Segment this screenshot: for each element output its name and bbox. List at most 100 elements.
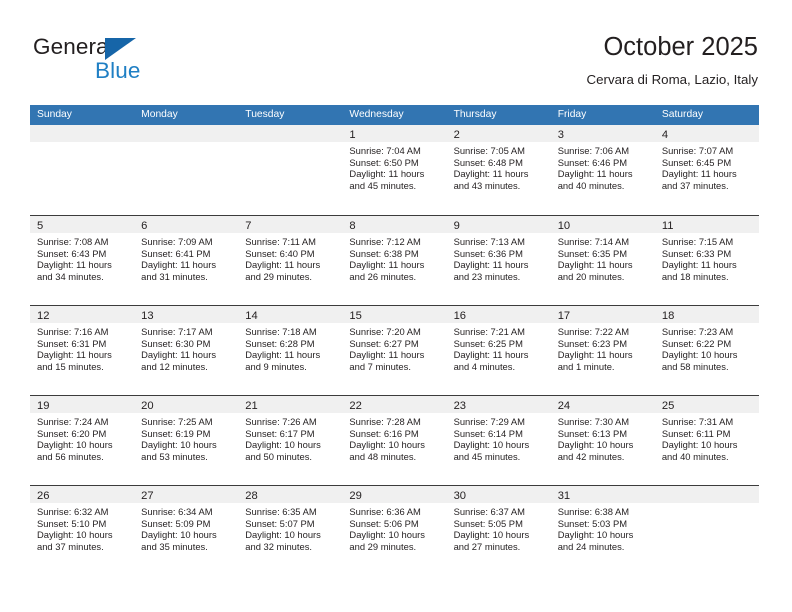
sunrise-text: Sunrise: 7:08 AM xyxy=(37,236,109,247)
day-number-band: 15 xyxy=(342,306,447,323)
day-number: 14 xyxy=(245,310,258,322)
sunrise-text: Sunrise: 7:11 AM xyxy=(245,236,316,247)
day-number-band xyxy=(654,486,759,503)
day-info: Sunrise: 7:12 AM Sunset: 6:38 PM Dayligh… xyxy=(342,233,446,282)
sunset-text: Sunset: 6:13 PM xyxy=(557,427,628,439)
day-cell[interactable]: 15 Sunrise: 7:20 AM Sunset: 6:27 PM Dayl… xyxy=(342,306,447,395)
daylight-text: Daylight: 10 hours and 48 minutes. xyxy=(349,439,425,462)
title-block: October 2025 Cervara di Roma, Lazio, Ita… xyxy=(587,30,758,88)
day-number-band: 16 xyxy=(446,306,551,323)
week-row: 1 Sunrise: 7:04 AM Sunset: 6:50 PM Dayli… xyxy=(30,125,759,215)
day-number: 4 xyxy=(661,129,669,141)
day-number: 18 xyxy=(661,310,675,322)
day-number: 25 xyxy=(661,400,675,412)
sunset-text: Sunset: 6:43 PM xyxy=(37,247,107,259)
weekday-header-saturday: Saturday xyxy=(661,109,704,120)
day-number-band: 6 xyxy=(134,216,239,233)
sunrise-text: Sunrise: 7:21 AM xyxy=(453,326,525,337)
page-header: General Blue October 2025 Cervara di Rom… xyxy=(0,0,792,96)
day-cell[interactable]: 8 Sunrise: 7:12 AM Sunset: 6:38 PM Dayli… xyxy=(342,216,447,305)
day-number-band: 11 xyxy=(654,216,759,233)
sunrise-text: Sunrise: 7:29 AM xyxy=(453,416,525,427)
sunset-text: Sunset: 6:48 PM xyxy=(453,156,523,168)
day-cell[interactable]: 18 Sunrise: 7:23 AM Sunset: 6:22 PM Dayl… xyxy=(654,306,759,395)
day-cell[interactable]: 11 Sunrise: 7:15 AM Sunset: 6:33 PM Dayl… xyxy=(654,216,759,305)
logo-text-blue: Blue xyxy=(95,58,141,83)
daylight-text: Daylight: 10 hours and 58 minutes. xyxy=(661,349,738,372)
day-number-band: 21 xyxy=(238,396,343,413)
day-cell[interactable]: 5 Sunrise: 7:08 AM Sunset: 6:43 PM Dayli… xyxy=(30,216,135,305)
day-info: Sunrise: 7:05 AM Sunset: 6:48 PM Dayligh… xyxy=(447,142,551,191)
day-cell[interactable]: 29 Sunrise: 6:36 AM Sunset: 5:06 PM Dayl… xyxy=(342,486,447,575)
day-number-band: 26 xyxy=(30,486,135,503)
sunrise-text: Sunrise: 7:23 AM xyxy=(661,326,734,337)
day-cell[interactable]: 26 Sunrise: 6:32 AM Sunset: 5:10 PM Dayl… xyxy=(30,486,135,575)
page-title: October 2025 xyxy=(603,33,758,61)
day-number-band: 25 xyxy=(654,396,759,413)
day-cell[interactable]: 13 Sunrise: 7:17 AM Sunset: 6:30 PM Dayl… xyxy=(134,306,239,395)
daylight-text: Daylight: 10 hours and 35 minutes. xyxy=(141,529,217,552)
day-cell[interactable]: 27 Sunrise: 6:34 AM Sunset: 5:09 PM Dayl… xyxy=(134,486,239,575)
day-cell[interactable]: 31 Sunrise: 6:38 AM Sunset: 5:03 PM Dayl… xyxy=(550,486,655,575)
daylight-text: Daylight: 11 hours and 29 minutes. xyxy=(245,259,321,282)
day-cell[interactable]: 21 Sunrise: 7:26 AM Sunset: 6:17 PM Dayl… xyxy=(238,396,343,485)
sunrise-text: Sunrise: 7:09 AM xyxy=(141,236,213,247)
page-subtitle: Cervara di Roma, Lazio, Italy xyxy=(586,72,758,87)
sunset-text: Sunset: 6:23 PM xyxy=(557,337,628,349)
day-cell[interactable]: 23 Sunrise: 7:29 AM Sunset: 6:14 PM Dayl… xyxy=(446,396,551,485)
day-cell[interactable]: 14 Sunrise: 7:18 AM Sunset: 6:28 PM Dayl… xyxy=(238,306,343,395)
general-blue-logo[interactable]: General Blue xyxy=(33,34,263,90)
day-cell[interactable]: 28 Sunrise: 6:35 AM Sunset: 5:07 PM Dayl… xyxy=(238,486,343,575)
sunrise-text: Sunrise: 7:31 AM xyxy=(661,416,734,427)
day-info: Sunrise: 7:08 AM Sunset: 6:43 PM Dayligh… xyxy=(30,233,134,282)
day-cell[interactable]: 1 Sunrise: 7:04 AM Sunset: 6:50 PM Dayli… xyxy=(342,125,447,215)
day-number: 30 xyxy=(453,490,467,502)
day-cell[interactable]: 20 Sunrise: 7:25 AM Sunset: 6:19 PM Dayl… xyxy=(134,396,239,485)
sunrise-text: Sunrise: 7:04 AM xyxy=(349,145,421,156)
day-number-band: 17 xyxy=(550,306,655,323)
day-cell[interactable]: 24 Sunrise: 7:30 AM Sunset: 6:13 PM Dayl… xyxy=(550,396,655,485)
sunrise-text: Sunrise: 7:05 AM xyxy=(453,145,525,156)
sunrise-text: Sunrise: 7:20 AM xyxy=(349,326,421,337)
weekday-header-row: Sunday Monday Tuesday Wednesday Thursday… xyxy=(30,105,759,125)
sunset-text: Sunset: 6:50 PM xyxy=(349,156,419,168)
sunset-text: Sunset: 6:20 PM xyxy=(37,427,107,439)
day-number-band: 31 xyxy=(550,486,655,503)
day-number: 8 xyxy=(349,220,356,232)
day-number: 2 xyxy=(453,129,460,141)
sunrise-text: Sunrise: 6:38 AM xyxy=(557,506,630,517)
day-cell[interactable]: 17 Sunrise: 7:22 AM Sunset: 6:23 PM Dayl… xyxy=(550,306,655,395)
day-cell[interactable]: 7 Sunrise: 7:11 AM Sunset: 6:40 PM Dayli… xyxy=(238,216,343,305)
day-cell[interactable]: 10 Sunrise: 7:14 AM Sunset: 6:35 PM Dayl… xyxy=(550,216,655,305)
day-number-band: 18 xyxy=(654,306,759,323)
daylight-text: Daylight: 11 hours and 45 minutes. xyxy=(349,168,425,191)
sunrise-text: Sunrise: 7:07 AM xyxy=(661,145,734,156)
day-info: Sunrise: 7:25 AM Sunset: 6:19 PM Dayligh… xyxy=(134,413,238,462)
day-cell[interactable]: 25 Sunrise: 7:31 AM Sunset: 6:11 PM Dayl… xyxy=(654,396,759,485)
day-info: Sunrise: 6:35 AM Sunset: 5:07 PM Dayligh… xyxy=(238,503,342,552)
day-cell[interactable]: 2 Sunrise: 7:05 AM Sunset: 6:48 PM Dayli… xyxy=(446,125,551,215)
day-cell[interactable]: 12 Sunrise: 7:16 AM Sunset: 6:31 PM Dayl… xyxy=(30,306,135,395)
day-number: 5 xyxy=(37,220,44,232)
day-cell[interactable]: 22 Sunrise: 7:28 AM Sunset: 6:16 PM Dayl… xyxy=(342,396,447,485)
day-number-band: 5 xyxy=(30,216,135,233)
day-number: 23 xyxy=(453,400,467,412)
day-cell[interactable]: 19 Sunrise: 7:24 AM Sunset: 6:20 PM Dayl… xyxy=(30,396,135,485)
sunset-text: Sunset: 6:22 PM xyxy=(661,337,732,349)
day-number: 24 xyxy=(557,400,571,412)
day-cell[interactable]: 16 Sunrise: 7:21 AM Sunset: 6:25 PM Dayl… xyxy=(446,306,551,395)
sunset-text: Sunset: 6:40 PM xyxy=(245,247,315,259)
day-number-band xyxy=(134,125,239,142)
daylight-text: Daylight: 11 hours and 4 minutes. xyxy=(453,349,529,372)
day-cell[interactable]: 6 Sunrise: 7:09 AM Sunset: 6:41 PM Dayli… xyxy=(134,216,239,305)
day-cell[interactable]: 3 Sunrise: 7:06 AM Sunset: 6:46 PM Dayli… xyxy=(550,125,655,215)
day-cell[interactable]: 4 Sunrise: 7:07 AM Sunset: 6:45 PM Dayli… xyxy=(654,125,759,215)
week-row: 5 Sunrise: 7:08 AM Sunset: 6:43 PM Dayli… xyxy=(30,215,759,305)
day-cell[interactable]: 30 Sunrise: 6:37 AM Sunset: 5:05 PM Dayl… xyxy=(446,486,551,575)
day-cell[interactable]: 9 Sunrise: 7:13 AM Sunset: 6:36 PM Dayli… xyxy=(446,216,551,305)
sunset-text: Sunset: 6:11 PM xyxy=(661,427,731,439)
daylight-text: Daylight: 11 hours and 43 minutes. xyxy=(453,168,529,191)
day-info: Sunrise: 7:31 AM Sunset: 6:11 PM Dayligh… xyxy=(655,413,759,462)
daylight-text: Daylight: 11 hours and 34 minutes. xyxy=(37,259,112,282)
day-number-band: 9 xyxy=(446,216,551,233)
